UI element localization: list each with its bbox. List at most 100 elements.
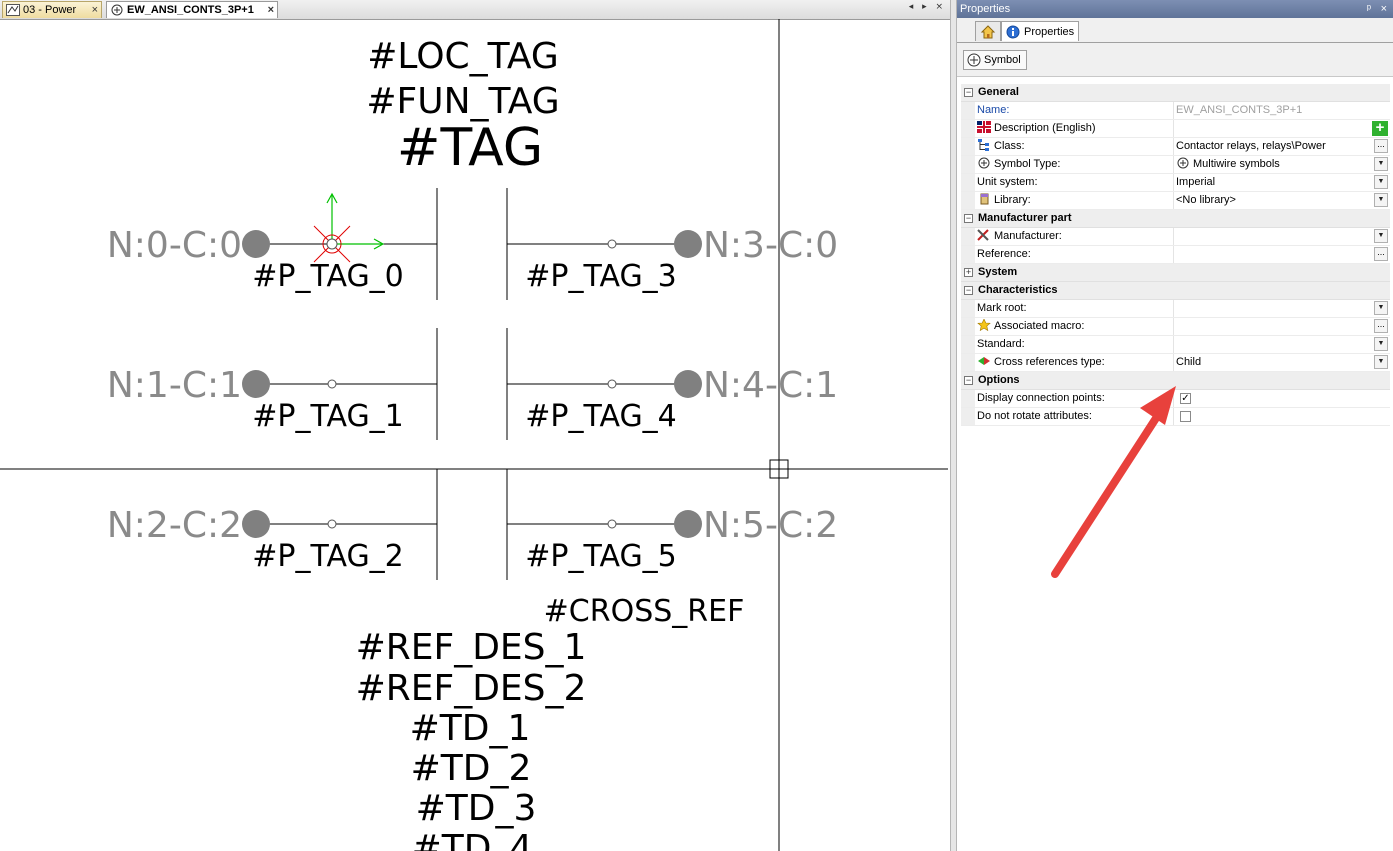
tab-symbol-editor[interactable]: EW_ANSI_CONTS_3P+1 ×: [106, 1, 278, 18]
property-value[interactable]: [1176, 120, 1366, 137]
row-name[interactable]: Name: EW_ANSI_CONTS_3P+1: [961, 102, 1390, 120]
td-3-attribute[interactable]: #TD_3: [416, 788, 537, 829]
close-icon[interactable]: ×: [1381, 0, 1387, 18]
row-description[interactable]: Description (English) +: [961, 120, 1390, 138]
row-standard[interactable]: Standard: ▼: [961, 336, 1390, 354]
property-label: Symbol Type:: [994, 158, 1061, 170]
category-system[interactable]: + System: [961, 264, 1390, 282]
dropdown-arrow-icon[interactable]: ▼: [1374, 337, 1388, 351]
td-4-attribute[interactable]: #TD_4: [412, 828, 533, 851]
row-class[interactable]: Class: Contactor relays, relays\Power ..…: [961, 138, 1390, 156]
panel-title: Properties: [960, 3, 1011, 15]
tab-properties[interactable]: Properties: [1001, 21, 1079, 41]
category-general[interactable]: − General: [961, 84, 1390, 102]
browse-button[interactable]: ...: [1374, 319, 1388, 333]
properties-panel: Properties ᵖ × Properties Symbol − Gener…: [957, 0, 1393, 851]
property-label: Manufacturer:: [994, 230, 1062, 242]
p-tag-5[interactable]: #P_TAG_5: [525, 539, 677, 574]
object-selector-strip: Symbol: [957, 43, 1393, 77]
property-value: Imperial: [1176, 176, 1216, 188]
category-characteristics[interactable]: − Characteristics: [961, 282, 1390, 300]
schematic-icon: [6, 4, 20, 16]
dropdown-arrow-icon[interactable]: ▼: [1374, 355, 1388, 369]
fun-tag-attribute[interactable]: #FUN_TAG: [366, 81, 559, 122]
dropdown-arrow-icon[interactable]: ▼: [1374, 157, 1388, 171]
row-library[interactable]: Library: <No library> ▼: [961, 192, 1390, 210]
dropdown-arrow-icon[interactable]: ▼: [1374, 193, 1388, 207]
cross-ref-attribute[interactable]: #CROSS_REF: [544, 594, 745, 629]
cross-reference-icon: [978, 357, 990, 365]
row-do-not-rotate-attributes[interactable]: Do not rotate attributes:: [961, 408, 1390, 426]
property-value: Contactor relays, relays\Power: [1176, 140, 1326, 152]
p-tag-2[interactable]: #P_TAG_2: [252, 539, 404, 574]
property-label: Class:: [994, 140, 1025, 152]
browse-button[interactable]: ...: [1374, 247, 1388, 261]
tools-icon: [977, 229, 989, 241]
properties-tabs: Properties: [957, 18, 1393, 43]
row-reference[interactable]: Reference: ...: [961, 246, 1390, 264]
panel-splitter[interactable]: [950, 0, 957, 851]
tag-attribute[interactable]: #TAG: [397, 118, 543, 178]
p-tag-3[interactable]: #P_TAG_3: [525, 259, 677, 294]
dropdown-arrow-icon[interactable]: ▼: [1374, 301, 1388, 315]
row-cross-references-type[interactable]: Cross references type: Child ▼: [961, 354, 1390, 372]
tab-home[interactable]: [975, 21, 1001, 41]
property-label: Library:: [994, 194, 1031, 206]
connection-label-4: N:4-C:1: [703, 365, 838, 406]
loc-tag-attribute[interactable]: #LOC_TAG: [367, 36, 559, 77]
property-label: Mark root:: [977, 300, 1174, 317]
connection-label-1: N:1-C:1: [107, 365, 242, 406]
row-unit-system[interactable]: Unit system: Imperial ▼: [961, 174, 1390, 192]
document-area: 03 - Power × EW_ANSI_CONTS_3P+1 × ◂ ▸ ×: [0, 0, 950, 851]
library-icon: [980, 193, 989, 205]
category-label: Options: [978, 374, 1020, 386]
attribute-texts: #LOC_TAG #FUN_TAG #TAG N:0-C:0 N:1-C:1 N…: [107, 36, 838, 851]
row-manufacturer[interactable]: Manufacturer: ▼: [961, 228, 1390, 246]
row-symbol-type[interactable]: Symbol Type: Multiwire symbols ▼: [961, 156, 1390, 174]
symbol-canvas[interactable]: #LOC_TAG #FUN_TAG #TAG N:0-C:0 N:1-C:1 N…: [0, 19, 950, 851]
td-1-attribute[interactable]: #TD_1: [410, 708, 531, 749]
property-label: Unit system:: [977, 174, 1174, 191]
connection-point-4: [674, 370, 702, 398]
close-icon[interactable]: ×: [268, 2, 274, 19]
add-translation-button[interactable]: +: [1372, 120, 1388, 136]
category-manufacturer-part[interactable]: − Manufacturer part: [961, 210, 1390, 228]
collapse-icon[interactable]: −: [964, 214, 973, 223]
property-value: Child: [1176, 356, 1202, 368]
category-options[interactable]: − Options: [961, 372, 1390, 390]
properties-title-bar: Properties ᵖ ×: [957, 0, 1393, 18]
collapse-icon[interactable]: −: [964, 88, 973, 97]
insertion-point-marker[interactable]: [313, 192, 385, 263]
td-2-attribute[interactable]: #TD_2: [411, 748, 532, 789]
tab-label: 03 - Power: [23, 4, 77, 16]
collapse-icon[interactable]: −: [964, 376, 973, 385]
row-display-connection-points[interactable]: Display connection points: ✓: [961, 390, 1390, 408]
connection-point-5: [674, 510, 702, 538]
row-mark-root[interactable]: Mark root: ▼: [961, 300, 1390, 318]
display-connection-points-checkbox[interactable]: ✓: [1180, 393, 1191, 404]
row-associated-macro[interactable]: Associated macro: ...: [961, 318, 1390, 336]
property-label: Reference:: [977, 246, 1174, 263]
ref-des-2-attribute[interactable]: #REF_DES_2: [356, 668, 587, 709]
property-value: Multiwire symbols: [1193, 158, 1280, 170]
tab-03-power[interactable]: 03 - Power ×: [2, 1, 102, 18]
tab-scroll-arrows[interactable]: ◂ ▸ ×: [909, 2, 946, 12]
property-label: Name:: [977, 102, 1174, 119]
dropdown-arrow-icon[interactable]: ▼: [1374, 229, 1388, 243]
p-tag-0[interactable]: #P_TAG_0: [252, 259, 404, 294]
p-tag-1[interactable]: #P_TAG_1: [252, 399, 404, 434]
connection-label-0: N:0-C:0: [107, 225, 242, 266]
browse-button[interactable]: ...: [1374, 139, 1388, 153]
connection-point-3: [674, 230, 702, 258]
do-not-rotate-attributes-checkbox[interactable]: [1180, 411, 1191, 422]
symbol-button[interactable]: Symbol: [963, 50, 1027, 70]
collapse-icon[interactable]: −: [964, 286, 973, 295]
connection-label-5: N:5-C:2: [703, 505, 838, 546]
dropdown-arrow-icon[interactable]: ▼: [1374, 175, 1388, 189]
flag-icon: [977, 121, 991, 133]
expand-icon[interactable]: +: [964, 268, 973, 277]
p-tag-4[interactable]: #P_TAG_4: [525, 399, 677, 434]
ref-des-1-attribute[interactable]: #REF_DES_1: [356, 627, 587, 668]
close-icon[interactable]: ×: [92, 2, 98, 19]
pin-icon[interactable]: ᵖ: [1367, 0, 1371, 18]
